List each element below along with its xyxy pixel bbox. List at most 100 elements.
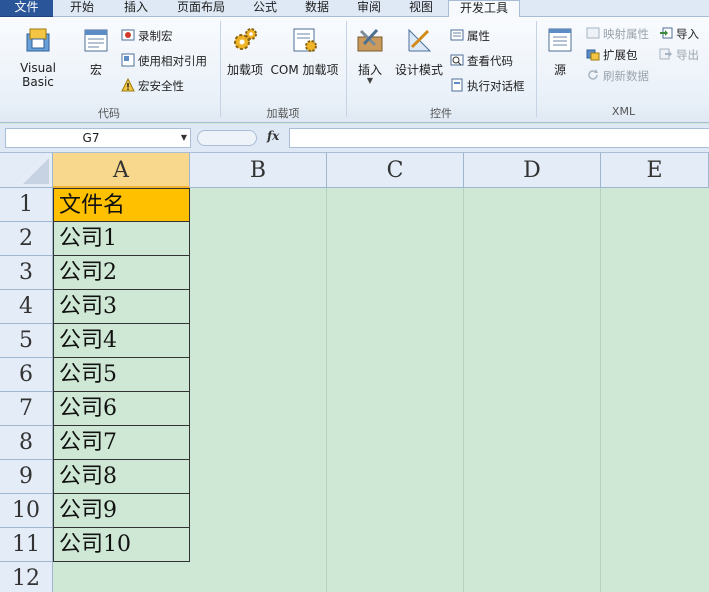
design-mode-button[interactable]: 设计模式	[393, 25, 445, 78]
com-addins-label: COM 加载项	[270, 63, 339, 77]
refresh-data-label: 刷新数据	[603, 69, 649, 83]
group-divider	[220, 21, 221, 117]
cell-a11[interactable]: 公司10	[53, 528, 190, 562]
map-properties-icon	[586, 27, 600, 39]
column-header-c[interactable]: C	[327, 153, 464, 188]
view-code-icon	[450, 54, 464, 66]
run-dialog-label: 执行对话框	[467, 79, 525, 93]
visual-basic-button[interactable]: Visual Basic	[3, 25, 73, 89]
visual-basic-label: Visual Basic	[20, 61, 56, 89]
relative-reference-label: 使用相对引用	[138, 54, 207, 68]
select-all-button[interactable]	[0, 153, 53, 188]
row-header-2[interactable]: 2	[0, 222, 53, 256]
relative-reference-icon	[121, 53, 135, 67]
row-header-12[interactable]: 12	[0, 562, 53, 592]
refresh-data-button[interactable]: 刷新数据	[586, 67, 649, 85]
record-macro-button[interactable]: 录制宏	[121, 27, 173, 45]
row-header-11[interactable]: 11	[0, 528, 53, 562]
row-header-3[interactable]: 3	[0, 256, 53, 290]
cell-a6[interactable]: 公司5	[53, 358, 190, 392]
expansion-packs-label: 扩展包	[603, 48, 638, 62]
name-box[interactable]: G7 ▼	[5, 128, 191, 148]
column-header-b[interactable]: B	[190, 153, 327, 188]
tab-review[interactable]: 审阅	[344, 0, 394, 17]
com-addins-icon	[293, 28, 317, 52]
row-header-7[interactable]: 7	[0, 392, 53, 426]
cell-a1[interactable]: 文件名	[53, 188, 190, 222]
expansion-packs-icon	[586, 49, 600, 61]
macro-security-button[interactable]: 宏安全性	[121, 77, 184, 95]
gridline	[463, 188, 464, 592]
cell-a10[interactable]: 公司9	[53, 494, 190, 528]
xml-import-button[interactable]: 导入	[659, 25, 699, 43]
tab-developer[interactable]: 开发工具	[448, 0, 520, 18]
column-header-d[interactable]: D	[464, 153, 601, 188]
com-addins-button[interactable]: COM 加载项	[268, 25, 341, 78]
cell-a2[interactable]: 公司1	[53, 222, 190, 256]
tab-home[interactable]: 开始	[56, 0, 108, 17]
chevron-down-icon[interactable]: ▼	[181, 129, 187, 147]
ribbon: Visual Basic 宏 录制宏 使用相对引用 宏安全性 代码 加载项 CO…	[0, 17, 709, 123]
xml-source-label: 源	[553, 63, 566, 77]
formula-bar: G7 ▼ fx	[0, 124, 709, 153]
cell-a5[interactable]: 公司4	[53, 324, 190, 358]
xml-source-button[interactable]: 源	[542, 25, 578, 78]
tab-insert[interactable]: 插入	[110, 0, 162, 17]
macros-icon	[84, 29, 108, 52]
row-header-4[interactable]: 4	[0, 290, 53, 324]
row-header-1[interactable]: 1	[0, 188, 53, 222]
row-header-10[interactable]: 10	[0, 494, 53, 528]
macros-button[interactable]: 宏	[80, 25, 112, 78]
cell-a8[interactable]: 公司7	[53, 426, 190, 460]
tab-formulas[interactable]: 公式	[240, 0, 290, 17]
refresh-icon	[588, 69, 598, 80]
insert-function-button[interactable]: fx	[267, 129, 279, 143]
macros-label: 宏	[89, 63, 102, 77]
run-dialog-button[interactable]: 执行对话框	[450, 77, 525, 95]
group-divider	[346, 21, 347, 117]
properties-button[interactable]: 属性	[450, 27, 490, 45]
xml-import-label: 导入	[676, 27, 699, 41]
insert-control-button[interactable]: 插入 ▼	[352, 25, 388, 85]
tab-view[interactable]: 视图	[396, 0, 446, 17]
group-divider	[536, 21, 537, 117]
record-macro-icon	[121, 29, 135, 41]
xml-export-button[interactable]: 导出	[659, 46, 699, 64]
column-header-e[interactable]: E	[601, 153, 709, 188]
record-macro-label: 录制宏	[138, 29, 173, 43]
toolbox-icon	[357, 28, 383, 52]
xml-export-label: 导出	[676, 48, 699, 62]
row-header-6[interactable]: 6	[0, 358, 53, 392]
expansion-packs-button[interactable]: 扩展包	[586, 46, 638, 64]
worksheet-grid[interactable]: A B C D E 1 2 3 4 5 6 7 8 9 10 11 12 文件名…	[0, 153, 709, 592]
view-code-button[interactable]: 查看代码	[450, 52, 513, 70]
column-header-a[interactable]: A	[53, 153, 190, 188]
cell-a7[interactable]: 公司6	[53, 392, 190, 426]
name-box-value: G7	[82, 131, 100, 145]
tab-file[interactable]: 文件	[0, 0, 53, 17]
design-mode-icon	[408, 28, 432, 52]
tab-page-layout[interactable]: 页面布局	[165, 0, 237, 17]
cell-a4[interactable]: 公司3	[53, 290, 190, 324]
visual-basic-icon	[26, 28, 50, 52]
properties-icon	[450, 29, 464, 41]
addins-button[interactable]: 加载项	[225, 25, 265, 78]
warning-icon	[121, 78, 135, 92]
cell-a9[interactable]: 公司8	[53, 460, 190, 494]
cell-a3[interactable]: 公司2	[53, 256, 190, 290]
formula-input[interactable]	[289, 128, 709, 148]
map-properties-label: 映射属性	[603, 27, 649, 41]
relative-reference-button[interactable]: 使用相对引用	[121, 52, 207, 70]
row-header-9[interactable]: 9	[0, 460, 53, 494]
row-header-8[interactable]: 8	[0, 426, 53, 460]
tab-data[interactable]: 数据	[292, 0, 342, 17]
import-icon	[660, 27, 673, 39]
properties-label: 属性	[467, 29, 490, 43]
formula-controls: fx	[195, 128, 287, 148]
map-properties-button[interactable]: 映射属性	[586, 25, 649, 43]
ribbon-tab-bar: 文件 开始 插入 页面布局 公式 数据 审阅 视图 开发工具	[0, 0, 709, 18]
row-header-5[interactable]: 5	[0, 324, 53, 358]
insert-control-label: 插入	[357, 63, 382, 77]
formula-bar-resize-handle[interactable]	[197, 130, 257, 146]
controls-group-label: 控件	[430, 107, 452, 120]
